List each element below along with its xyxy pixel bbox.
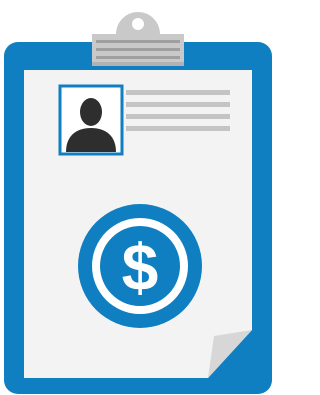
dollar-symbol: $ xyxy=(122,230,159,304)
profile-photo xyxy=(58,84,124,156)
clipboard-illustration: $ xyxy=(0,0,272,395)
clipboard-graphic: $ xyxy=(4,12,272,394)
dollar-coin-icon: $ xyxy=(78,204,202,328)
clip-icon xyxy=(92,12,184,66)
